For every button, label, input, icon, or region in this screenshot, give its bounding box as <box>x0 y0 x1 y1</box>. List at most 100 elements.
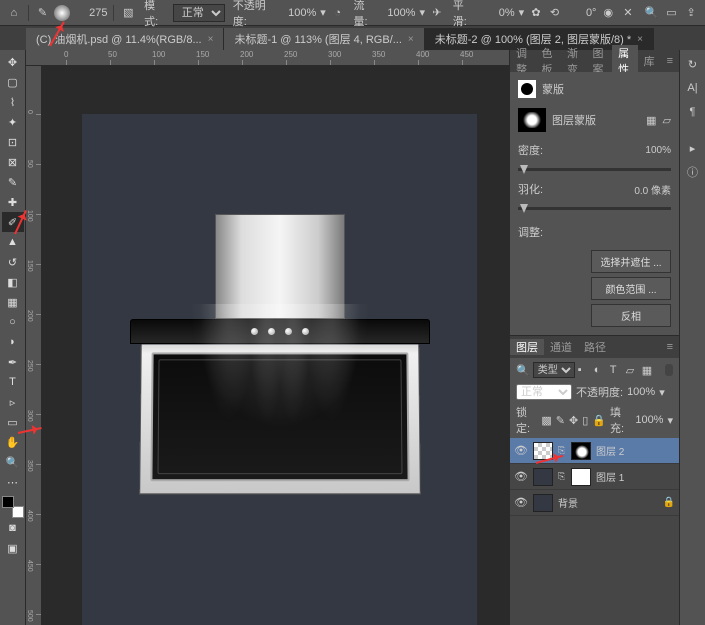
quickmask-tool[interactable]: ◙ <box>2 518 24 538</box>
home-icon[interactable]: ⌂ <box>6 5 22 21</box>
lock-pos-icon[interactable]: ✥ <box>569 414 578 427</box>
wand-tool[interactable]: ✦ <box>2 112 24 132</box>
foreground-color[interactable] <box>2 496 14 508</box>
layer-thumb[interactable] <box>533 494 553 512</box>
pixel-mask-icon[interactable]: ▦ <box>646 114 656 127</box>
layer-row[interactable]: 👁 背景 🔒 <box>510 490 679 516</box>
crop-tool[interactable]: ⊡ <box>2 132 24 152</box>
mask-thumb[interactable] <box>571 468 591 486</box>
more-tools[interactable]: ⋯ <box>2 472 24 492</box>
brush-size-value[interactable]: 275 <box>74 7 107 19</box>
actions-icon[interactable]: ▸ <box>685 140 701 156</box>
angle-value[interactable]: 0° <box>563 7 596 19</box>
filter-adjust-icon[interactable]: ◐ <box>594 364 607 377</box>
dropdown-icon[interactable]: ▾ <box>419 6 425 19</box>
layer-opacity-value[interactable]: 100% <box>627 386 655 398</box>
zoom-tool[interactable]: 🔍 <box>2 452 24 472</box>
fill-value[interactable]: 100% <box>635 414 663 426</box>
select-mask-button[interactable]: 选择并遮住 ... <box>591 250 671 273</box>
heal-tool[interactable]: ✚ <box>2 192 24 212</box>
eyedropper-tool[interactable]: ✎ <box>2 172 24 192</box>
layer-thumb[interactable] <box>533 468 553 486</box>
close-icon[interactable]: × <box>208 34 214 45</box>
blend-mode-select[interactable]: 正常 <box>173 4 225 22</box>
lock-all-icon[interactable]: 🔒 <box>592 414 606 427</box>
link-icon[interactable]: ⎘ <box>558 445 566 456</box>
filter-toggle[interactable] <box>665 364 673 376</box>
link-icon[interactable]: ⎘ <box>558 471 566 482</box>
lock-paint-icon[interactable]: ✎ <box>556 414 565 427</box>
dropdown-icon[interactable]: ▾ <box>320 6 326 19</box>
dropdown-icon[interactable]: ▾ <box>519 6 525 19</box>
pen-tool[interactable]: ✒ <box>2 352 24 372</box>
mask-thumb[interactable] <box>518 108 546 132</box>
screenmode-tool[interactable]: ▣ <box>2 538 24 558</box>
layer-row[interactable]: 👁 ⎘ 图层 1 <box>510 464 679 490</box>
layer-row[interactable]: 👁 ⎘ 图层 2 <box>510 438 679 464</box>
doc-tab-1[interactable]: (C) 油烟机.psd @ 11.4%(RGB/8...× <box>26 28 224 50</box>
brush-preview[interactable] <box>54 5 70 21</box>
canvas[interactable] <box>42 66 509 625</box>
density-slider[interactable] <box>518 168 671 171</box>
path-select-tool[interactable]: ▹ <box>2 392 24 412</box>
frame-tool[interactable]: ⊠ <box>2 152 24 172</box>
layer-thumb[interactable] <box>533 442 553 460</box>
color-range-button[interactable]: 颜色范围 ... <box>591 277 671 300</box>
shape-tool[interactable]: ▭ <box>2 412 24 432</box>
smooth-value[interactable]: 0% <box>481 7 514 19</box>
panel-menu-icon[interactable]: ≡ <box>661 55 679 67</box>
gradient-tool[interactable]: ▦ <box>2 292 24 312</box>
filter-smart-icon[interactable]: ▦ <box>642 364 655 377</box>
layer-name[interactable]: 图层 2 <box>596 443 624 458</box>
color-swatches[interactable] <box>2 496 24 518</box>
pressure-opacity-icon[interactable]: ◔ <box>330 5 346 21</box>
invert-button[interactable]: 反相 <box>591 304 671 327</box>
layer-blend-select[interactable]: 正常 <box>516 384 572 400</box>
mask-thumb[interactable] <box>571 442 591 460</box>
lasso-tool[interactable]: ⌇ <box>2 92 24 112</box>
brush-icon[interactable]: ✎ <box>35 5 51 21</box>
stamp-tool[interactable]: ▲ <box>2 232 24 252</box>
search-icon[interactable]: 🔍 <box>644 5 660 21</box>
dodge-tool[interactable]: ◗ <box>2 332 24 352</box>
filter-text-icon[interactable]: T <box>610 364 623 377</box>
opacity-value[interactable]: 100% <box>283 7 316 19</box>
visibility-icon[interactable]: 👁 <box>514 470 528 483</box>
airbrush-icon[interactable]: ✈ <box>429 5 445 21</box>
mask-type-icon[interactable] <box>518 80 536 98</box>
symmetry-icon[interactable]: ✕ <box>620 5 636 21</box>
text-tool[interactable]: T <box>2 372 24 392</box>
lock-nest-icon[interactable]: ▯ <box>582 414 588 427</box>
eraser-tool[interactable]: ◧ <box>2 272 24 292</box>
visibility-icon[interactable]: 👁 <box>514 444 528 457</box>
ruler-horizontal[interactable]: 050100150200250300350400450 <box>26 50 509 66</box>
settings-icon[interactable]: ✿ <box>528 5 544 21</box>
brush-tool[interactable]: ✐ <box>2 212 24 232</box>
tab-channels[interactable]: 通道 <box>544 339 578 355</box>
layer-name[interactable]: 图层 1 <box>596 469 624 484</box>
marquee-tool[interactable]: ▢ <box>2 72 24 92</box>
tab-layers[interactable]: 图层 <box>510 339 544 355</box>
ruler-vertical[interactable]: 050100150200250300350400450500 <box>26 66 42 625</box>
layer-name[interactable]: 背景 <box>558 495 578 510</box>
filter-shape-icon[interactable]: ▱ <box>626 364 639 377</box>
tab-library[interactable]: 库 <box>638 53 661 69</box>
visibility-icon[interactable]: 👁 <box>514 496 528 509</box>
history-icon[interactable]: ↻ <box>685 56 701 72</box>
close-icon[interactable]: × <box>408 34 414 45</box>
tab-paths[interactable]: 路径 <box>578 339 612 355</box>
feather-value[interactable]: 0.0 像素 <box>634 182 671 197</box>
move-tool[interactable]: ✥ <box>2 52 24 72</box>
para-icon[interactable]: ¶ <box>685 104 701 120</box>
density-value[interactable]: 100% <box>645 145 671 156</box>
flow-value[interactable]: 100% <box>382 7 415 19</box>
filter-type-select[interactable]: 类型 <box>533 362 575 378</box>
filter-pixel-icon[interactable]: ▪ <box>578 364 591 377</box>
filter-icon[interactable]: 🔍 <box>516 364 530 377</box>
share-icon[interactable]: ⇪ <box>683 5 699 21</box>
hand-tool[interactable]: ✋ <box>2 432 24 452</box>
feather-slider[interactable] <box>518 207 671 210</box>
history-brush-tool[interactable]: ↺ <box>2 252 24 272</box>
panel-menu-icon[interactable]: ≡ <box>661 341 679 353</box>
close-icon[interactable]: × <box>637 34 643 45</box>
